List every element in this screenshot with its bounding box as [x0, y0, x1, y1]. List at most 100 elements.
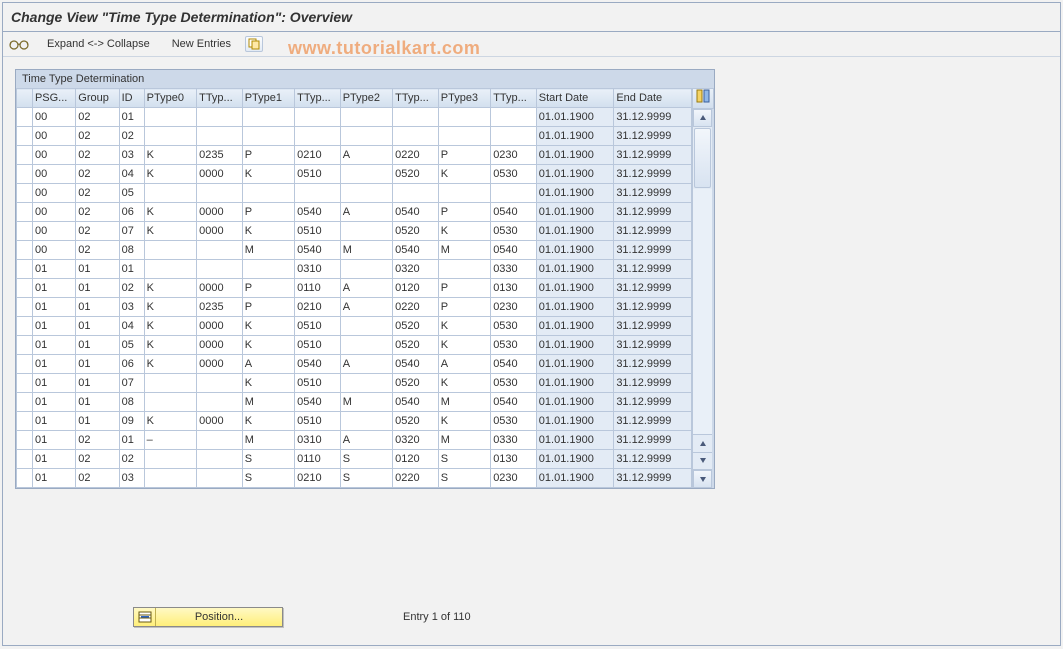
cell[interactable]: 02	[76, 127, 119, 146]
cell[interactable]: 0330	[491, 431, 537, 450]
cell[interactable]	[393, 184, 439, 203]
cell[interactable]: 0540	[393, 393, 439, 412]
cell[interactable]: 02	[119, 127, 144, 146]
cell[interactable]: 31.12.9999	[614, 336, 692, 355]
cell[interactable]: 04	[119, 317, 144, 336]
cell[interactable]: 0110	[295, 279, 341, 298]
row-handle[interactable]	[17, 203, 33, 222]
cell[interactable]: P	[438, 298, 490, 317]
cell[interactable]: 0230	[491, 469, 537, 488]
cell[interactable]: M	[438, 393, 490, 412]
cell[interactable]	[340, 108, 392, 127]
cell[interactable]: 01	[119, 108, 144, 127]
col-ptype2[interactable]: PType2	[340, 89, 392, 108]
cell[interactable]: 0130	[491, 450, 537, 469]
cell[interactable]	[197, 184, 243, 203]
cell[interactable]: 0000	[197, 165, 243, 184]
cell[interactable]	[491, 184, 537, 203]
cell[interactable]: 0540	[295, 241, 341, 260]
cell[interactable]: 01	[32, 431, 75, 450]
cell[interactable]: 0530	[491, 165, 537, 184]
cell[interactable]: 0520	[393, 222, 439, 241]
cell[interactable]: 01	[32, 336, 75, 355]
row-handle[interactable]	[17, 469, 33, 488]
new-entries-button[interactable]: New Entries	[164, 37, 239, 51]
cell[interactable]: 0110	[295, 450, 341, 469]
cell[interactable]: 01	[76, 355, 119, 374]
cell[interactable]: 01	[119, 431, 144, 450]
cell[interactable]: 0540	[491, 203, 537, 222]
cell[interactable]: 01.01.1900	[536, 450, 614, 469]
row-handle[interactable]	[17, 279, 33, 298]
cell[interactable]: 0510	[295, 412, 341, 431]
cell[interactable]: 0220	[393, 469, 439, 488]
cell[interactable]: 31.12.9999	[614, 165, 692, 184]
cell[interactable]	[438, 127, 490, 146]
cell[interactable]	[340, 184, 392, 203]
cell[interactable]: 01.01.1900	[536, 393, 614, 412]
col-ttyp0[interactable]: TTyp...	[197, 89, 243, 108]
cell[interactable]: K	[438, 165, 490, 184]
table-row[interactable]: 00020201.01.190031.12.9999	[17, 127, 692, 146]
cell[interactable]	[340, 412, 392, 431]
cell[interactable]: K	[144, 279, 196, 298]
cell[interactable]: 31.12.9999	[614, 203, 692, 222]
cell[interactable]: S	[340, 450, 392, 469]
cell[interactable]: 01.01.1900	[536, 165, 614, 184]
row-handle[interactable]	[17, 298, 33, 317]
table-row[interactable]: 010109K0000K05100520K053001.01.190031.12…	[17, 412, 692, 431]
row-handle-header[interactable]	[17, 89, 33, 108]
cell[interactable]: A	[438, 355, 490, 374]
cell[interactable]	[197, 393, 243, 412]
cell[interactable]: K	[144, 355, 196, 374]
cell[interactable]: 03	[119, 146, 144, 165]
cell[interactable]: 01.01.1900	[536, 336, 614, 355]
cell[interactable]	[197, 374, 243, 393]
cell[interactable]: 02	[76, 241, 119, 260]
cell[interactable]: P	[242, 203, 294, 222]
table-row[interactable]: 000208M0540M0540M054001.01.190031.12.999…	[17, 241, 692, 260]
cell[interactable]	[144, 241, 196, 260]
cell[interactable]: 01	[76, 279, 119, 298]
cell[interactable]: K	[242, 165, 294, 184]
cell[interactable]: 31.12.9999	[614, 317, 692, 336]
row-handle[interactable]	[17, 393, 33, 412]
cell[interactable]	[340, 374, 392, 393]
col-ptype1[interactable]: PType1	[242, 89, 294, 108]
cell[interactable]: 31.12.9999	[614, 222, 692, 241]
cell[interactable]: 00	[32, 127, 75, 146]
row-handle[interactable]	[17, 127, 33, 146]
cell[interactable]: K	[242, 336, 294, 355]
cell[interactable]: 0520	[393, 336, 439, 355]
cell[interactable]: 31.12.9999	[614, 450, 692, 469]
cell[interactable]: 0000	[197, 222, 243, 241]
cell[interactable]: K	[438, 222, 490, 241]
col-id[interactable]: ID	[119, 89, 144, 108]
col-ptype3[interactable]: PType3	[438, 89, 490, 108]
cell[interactable]: M	[438, 241, 490, 260]
cell[interactable]: 02	[119, 279, 144, 298]
cell[interactable]: S	[340, 469, 392, 488]
cell[interactable]	[242, 127, 294, 146]
cell[interactable]: S	[438, 450, 490, 469]
scroll-step-down-icon[interactable]	[693, 453, 712, 471]
cell[interactable]: 01.01.1900	[536, 108, 614, 127]
cell[interactable]: 0540	[491, 393, 537, 412]
cell[interactable]	[242, 108, 294, 127]
cell[interactable]: 05	[119, 336, 144, 355]
table-row[interactable]: 000204K0000K05100520K053001.01.190031.12…	[17, 165, 692, 184]
cell[interactable]: 0230	[491, 298, 537, 317]
cell[interactable]: 00	[32, 184, 75, 203]
cell[interactable]: 00	[32, 108, 75, 127]
cell[interactable]: 01	[32, 412, 75, 431]
cell[interactable]: 01	[32, 298, 75, 317]
row-handle[interactable]	[17, 260, 33, 279]
cell[interactable]	[438, 260, 490, 279]
cell[interactable]: 02	[76, 165, 119, 184]
cell[interactable]	[144, 393, 196, 412]
cell[interactable]: 01	[76, 336, 119, 355]
cell[interactable]: 00	[32, 241, 75, 260]
table-row[interactable]: 010102K0000P0110A0120P013001.01.190031.1…	[17, 279, 692, 298]
row-handle[interactable]	[17, 374, 33, 393]
cell[interactable]: A	[242, 355, 294, 374]
